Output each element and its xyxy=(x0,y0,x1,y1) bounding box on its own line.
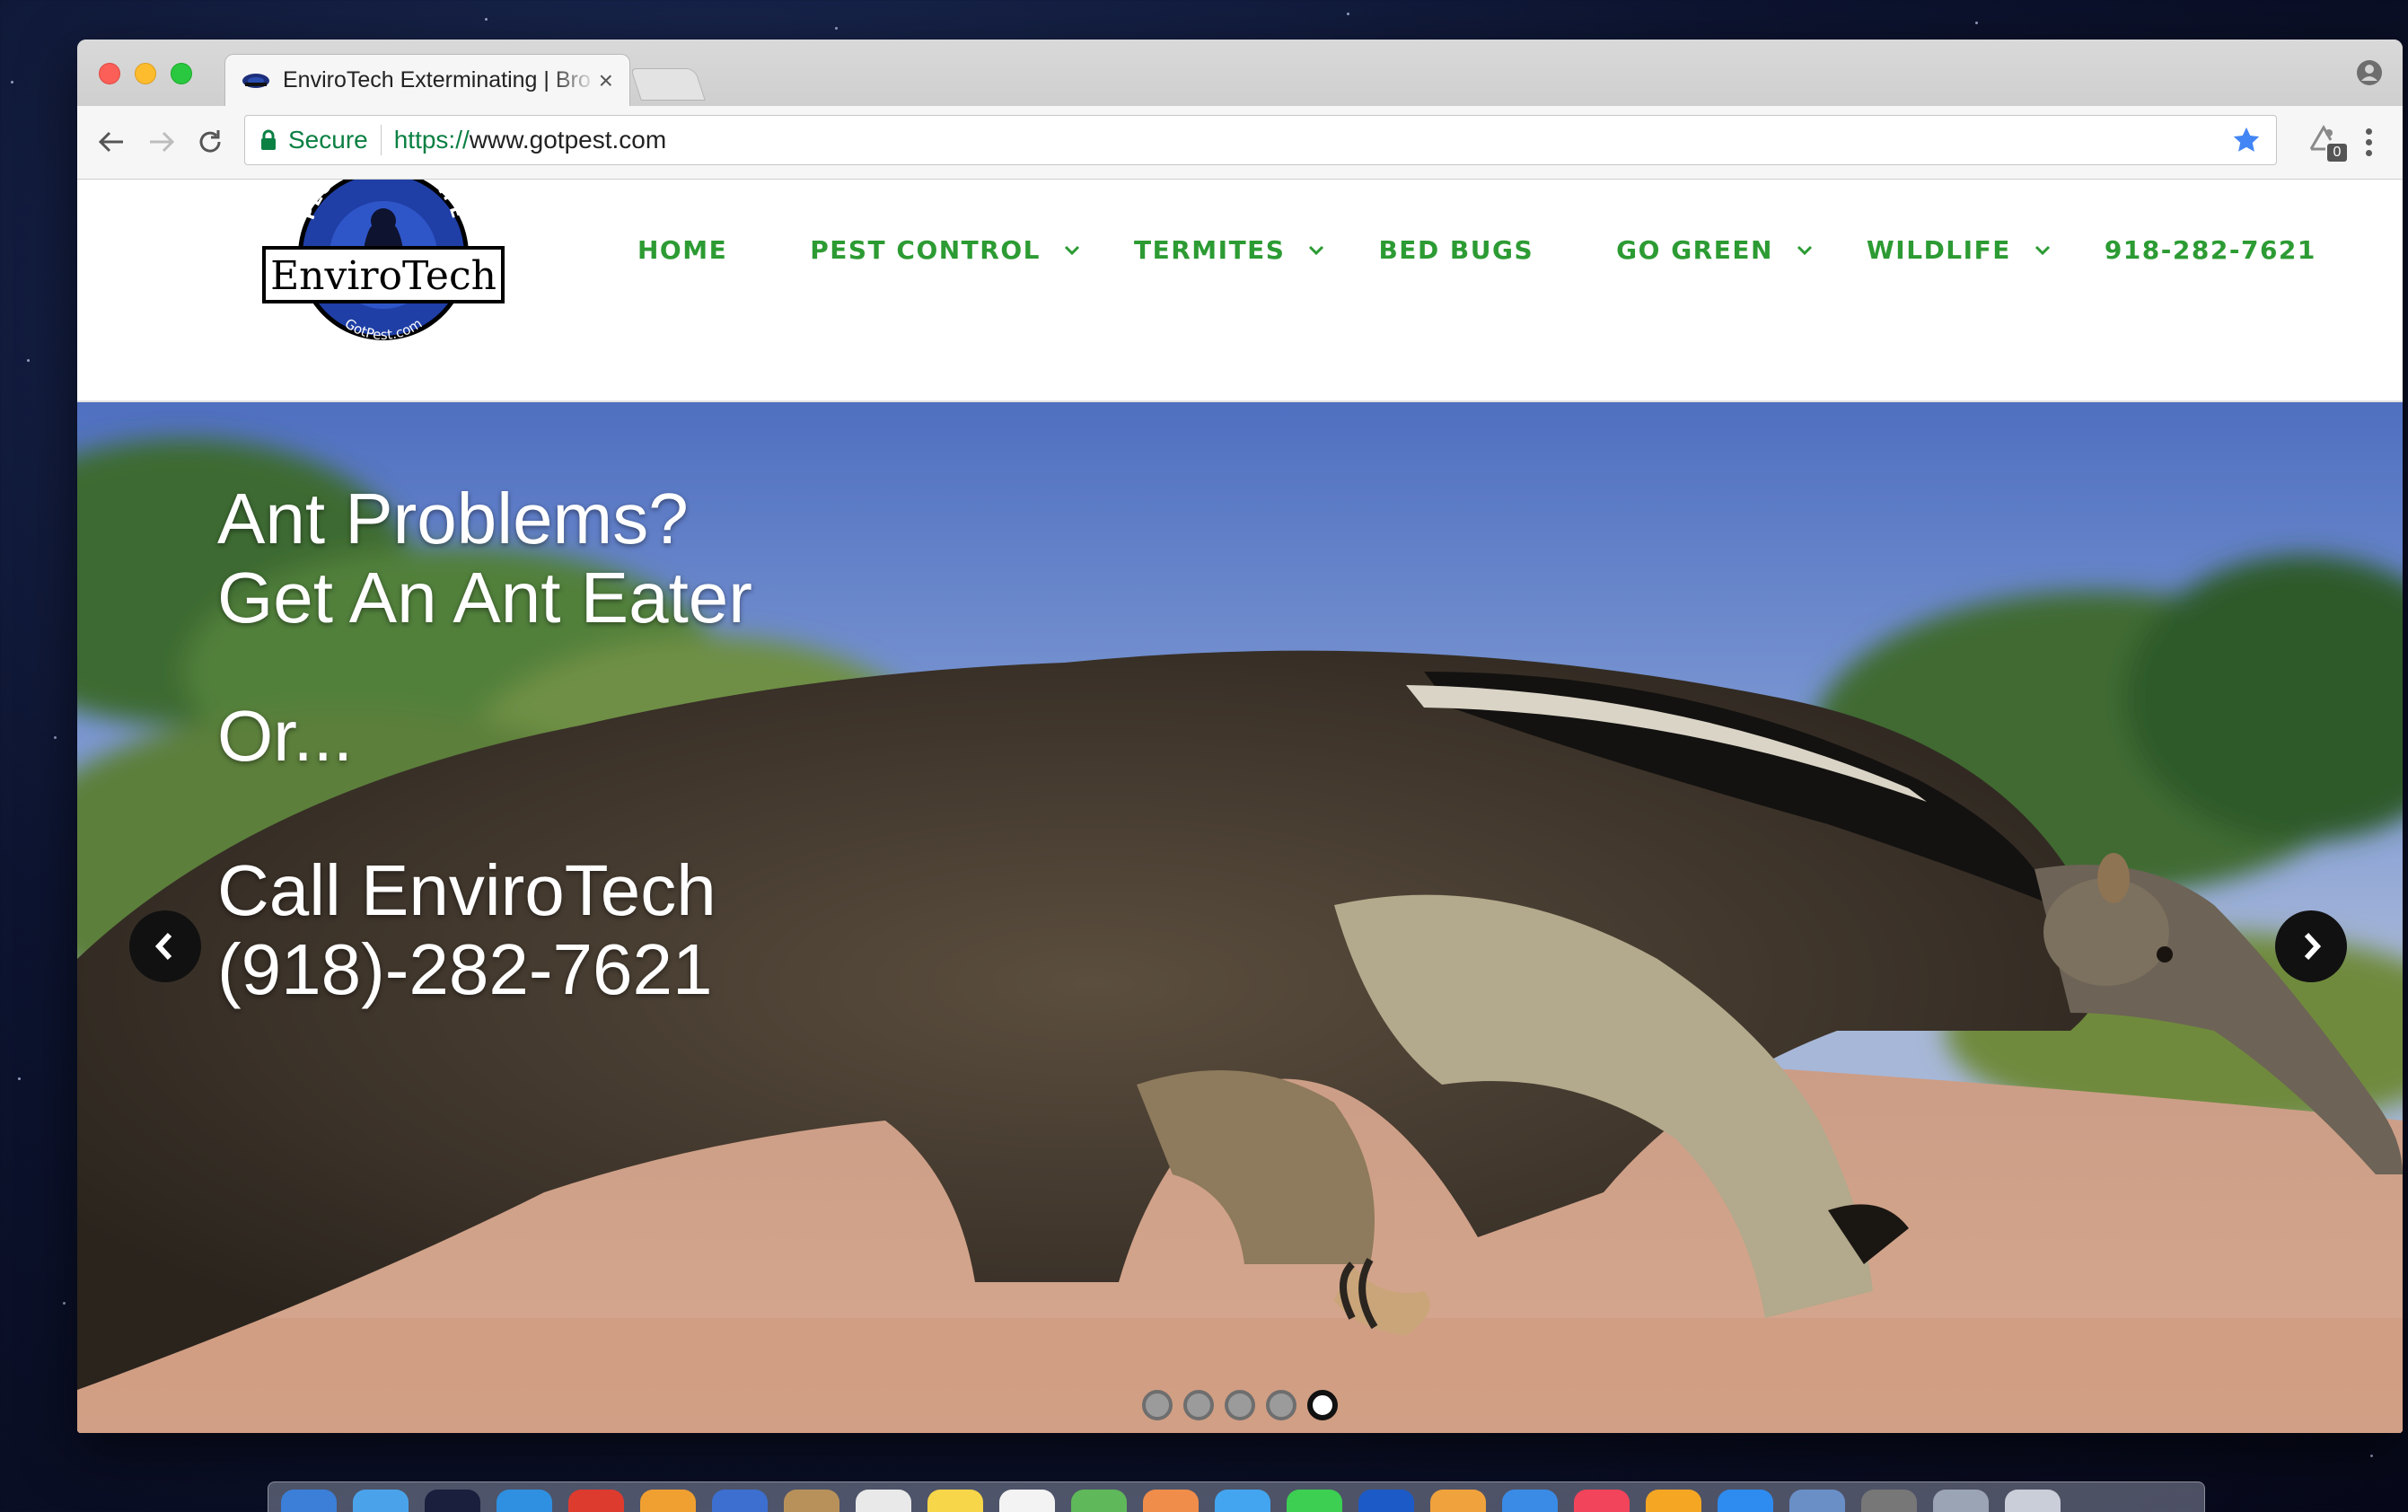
facetime-icon[interactable] xyxy=(1287,1490,1342,1512)
nav-go-green[interactable]: GO GREEN xyxy=(1616,235,1813,265)
close-window-button[interactable] xyxy=(99,63,120,84)
hero-headline-2: Get An Ant Eater xyxy=(217,558,752,637)
slider-prev-button[interactable] xyxy=(129,910,201,982)
mail-icon[interactable] xyxy=(712,1490,768,1512)
browser-titlebar: EnviroTech Exterminating | Bro × xyxy=(77,40,2403,106)
nav-label: TERMITES xyxy=(1134,235,1286,265)
extension-button[interactable]: 0 xyxy=(2306,122,2347,162)
hero-headline-4: Call EnviroTech xyxy=(217,850,716,930)
safari-icon[interactable] xyxy=(497,1490,552,1512)
pages-icon[interactable] xyxy=(1430,1490,1486,1512)
contacts-icon[interactable] xyxy=(784,1490,839,1512)
omnibox-divider xyxy=(380,125,382,155)
notes-icon[interactable] xyxy=(927,1490,983,1512)
nav-label: HOME xyxy=(637,235,728,265)
keynote-icon[interactable] xyxy=(1502,1490,1558,1512)
nav-label: 918-282-7621 xyxy=(2104,235,2316,265)
tab-title: EnviroTech Exterminating | Bro xyxy=(283,67,591,92)
lock-icon xyxy=(261,129,276,150)
chrome-icon[interactable] xyxy=(568,1490,624,1512)
nav-home[interactable]: HOME xyxy=(637,235,727,265)
calendar-icon[interactable] xyxy=(856,1490,911,1512)
reload-icon xyxy=(199,130,221,153)
back-arrow-icon xyxy=(98,131,123,153)
messages-icon[interactable] xyxy=(1215,1490,1270,1512)
bookmark-star-icon[interactable] xyxy=(2231,125,2262,155)
browser-tab-active[interactable]: EnviroTech Exterminating | Bro × xyxy=(224,54,630,106)
web-page: PEST & WILDLIFE EnviroTech GotPest.com H… xyxy=(77,180,2403,1433)
macos-dock xyxy=(268,1481,2205,1512)
slider-dot-1[interactable] xyxy=(1142,1390,1173,1420)
system-preferences-icon[interactable] xyxy=(1861,1490,1917,1512)
finder-icon[interactable] xyxy=(281,1490,337,1512)
firefox-icon[interactable] xyxy=(640,1490,696,1512)
downloads-icon[interactable] xyxy=(1933,1490,1989,1512)
itunes-icon[interactable] xyxy=(1574,1490,1630,1512)
photos-icon[interactable] xyxy=(1143,1490,1199,1512)
slider-next-button[interactable] xyxy=(2275,910,2347,982)
nav-label: WILDLIFE xyxy=(1866,235,2011,265)
url-host: www.gotpest.com xyxy=(469,126,667,154)
profile-icon[interactable] xyxy=(2356,59,2383,86)
nav-phone[interactable]: 918-282-7621 xyxy=(2105,235,2316,265)
maps-icon[interactable] xyxy=(1071,1490,1127,1512)
reload-button[interactable] xyxy=(192,124,228,160)
back-button[interactable] xyxy=(93,124,129,160)
slider-pagination xyxy=(1142,1390,1349,1420)
url-scheme: https:// xyxy=(393,126,470,154)
hero-headline-1: Ant Problems? xyxy=(217,479,689,558)
app-store-updates-icon[interactable] xyxy=(1718,1490,1773,1512)
main-navigation: HOME PEST CONTROL TERMITES BED BUGS GO G… xyxy=(637,235,2316,265)
ibooks-icon[interactable] xyxy=(1646,1490,1701,1512)
site-favicon-icon xyxy=(242,71,270,91)
browser-window: EnviroTech Exterminating | Bro × Secure … xyxy=(77,40,2403,1433)
extension-badge: 0 xyxy=(2327,144,2347,162)
minimize-window-button[interactable] xyxy=(135,63,156,84)
chevron-left-icon xyxy=(154,932,172,961)
envirotech-logo[interactable]: PEST & WILDLIFE EnviroTech GotPest.com xyxy=(262,180,505,345)
browser-menu-icon[interactable] xyxy=(2358,124,2379,160)
chevron-down-icon xyxy=(2034,245,2050,255)
nav-termites[interactable]: TERMITES xyxy=(1134,235,1324,265)
nav-label: PEST CONTROL xyxy=(810,235,1041,265)
maximize-window-button[interactable] xyxy=(171,63,192,84)
chevron-down-icon xyxy=(1064,245,1080,255)
new-tab-button[interactable] xyxy=(630,68,706,101)
trash-icon[interactable] xyxy=(2005,1490,2061,1512)
hero-slider: Ant Problems? Get An Ant Eater Or... Cal… xyxy=(77,402,2403,1433)
forward-button[interactable] xyxy=(144,124,180,160)
skype-icon[interactable] xyxy=(1358,1490,1414,1512)
slider-dot-4[interactable] xyxy=(1266,1390,1296,1420)
chevron-down-icon xyxy=(1797,245,1812,255)
site-header: PEST & WILDLIFE EnviroTech GotPest.com H… xyxy=(77,180,2403,402)
slider-dot-2[interactable] xyxy=(1183,1390,1214,1420)
chevron-right-icon xyxy=(2304,932,2322,961)
secure-label: Secure xyxy=(288,126,368,154)
nav-label: GO GREEN xyxy=(1616,235,1773,265)
chevron-down-icon xyxy=(1309,245,1324,255)
logo-brand-text: EnviroTech xyxy=(270,253,497,299)
tab-close-icon[interactable]: × xyxy=(599,67,613,93)
nav-bed-bugs[interactable]: BED BUGS xyxy=(1378,235,1534,265)
hero-headline-3: Or... xyxy=(217,696,354,776)
browser-toolbar: Secure https:// www.gotpest.com 0 xyxy=(77,106,2403,180)
forward-arrow-icon xyxy=(150,131,175,153)
slider-dot-5[interactable] xyxy=(1307,1390,1338,1420)
hero-phone: (918)-282-7621 xyxy=(217,929,713,1009)
nav-wildlife[interactable]: WILDLIFE xyxy=(1867,235,2051,265)
nav-label: BED BUGS xyxy=(1378,235,1534,265)
slider-dot-3[interactable] xyxy=(1225,1390,1255,1420)
launchpad-icon[interactable] xyxy=(425,1490,480,1512)
preview-icon[interactable] xyxy=(1789,1490,1845,1512)
nav-pest-control[interactable]: PEST CONTROL xyxy=(810,235,1080,265)
app-store-icon[interactable] xyxy=(353,1490,409,1512)
address-bar[interactable]: Secure https:// www.gotpest.com xyxy=(244,115,2277,165)
reminders-icon[interactable] xyxy=(999,1490,1055,1512)
